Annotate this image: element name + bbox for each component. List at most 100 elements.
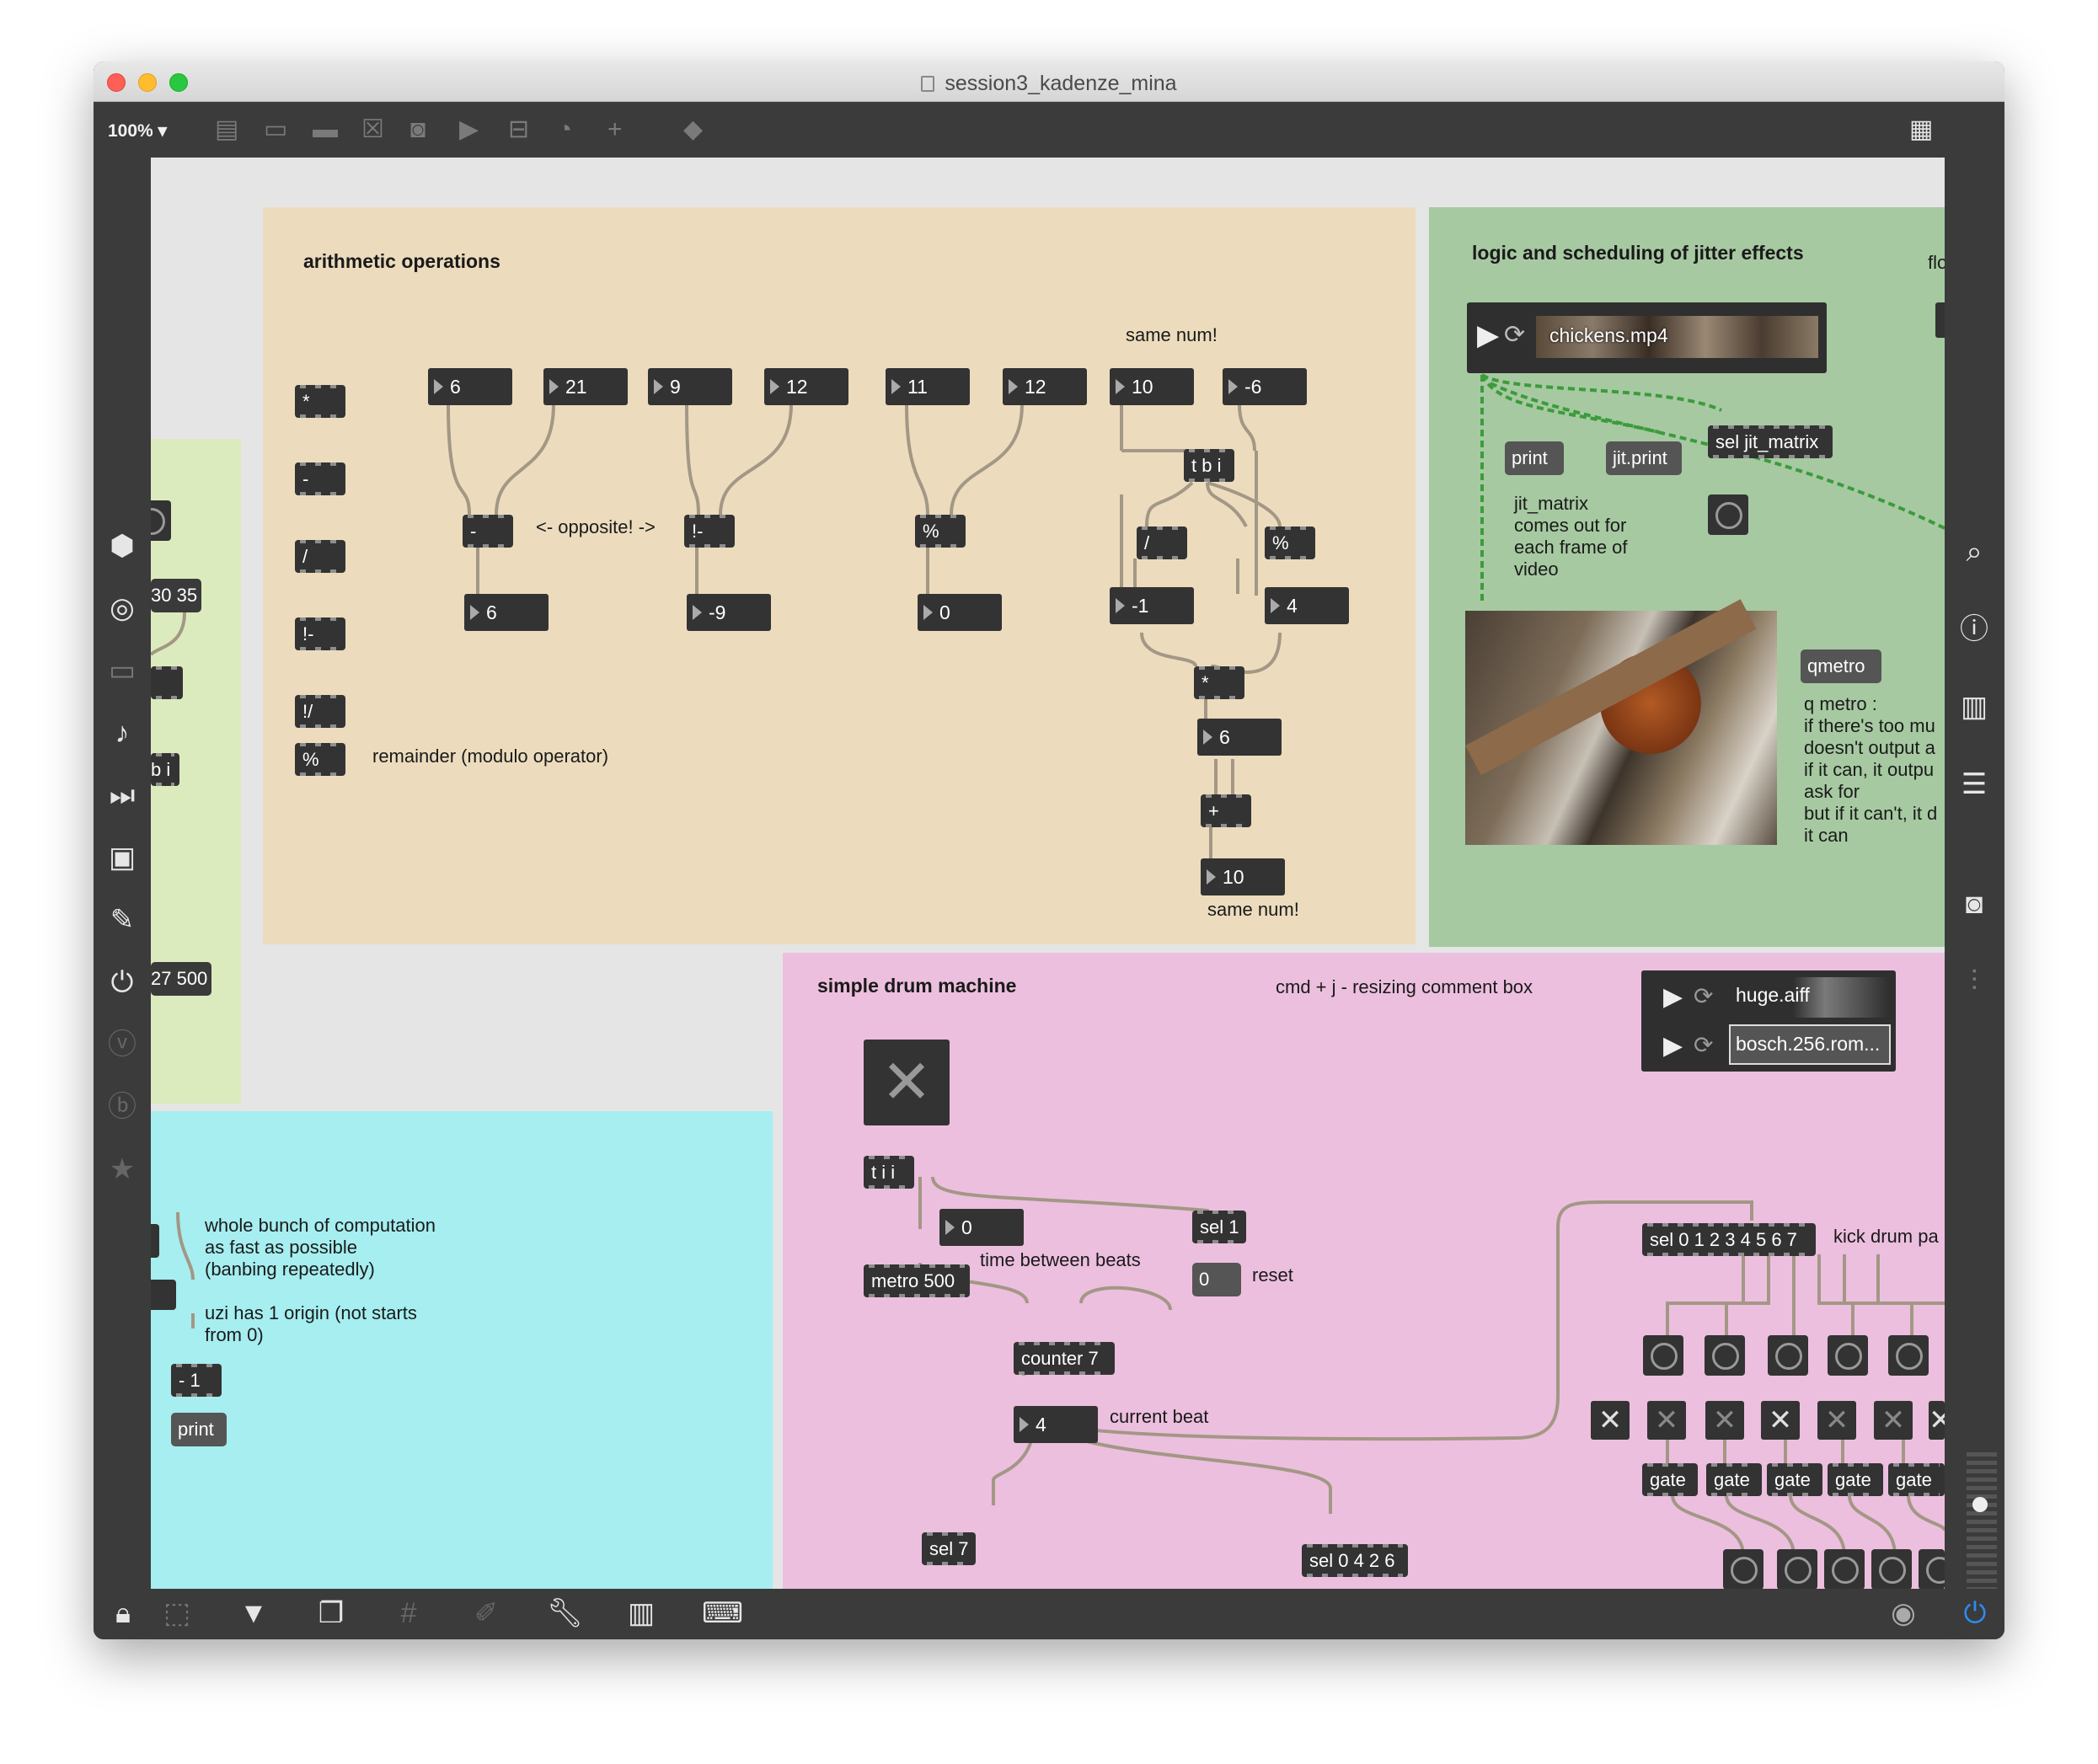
beat-bang-1[interactable] — [1643, 1335, 1683, 1376]
multiply-result-box[interactable]: 6 — [1197, 719, 1282, 756]
sel-jit-matrix-object[interactable]: sel jit_matrix — [1708, 425, 1833, 458]
op-divide[interactable]: / — [295, 540, 345, 573]
button-icon[interactable]: ☒ — [361, 117, 384, 142]
sel-7-object[interactable]: sel 7 — [922, 1532, 976, 1565]
modulo-object[interactable]: % — [915, 515, 966, 548]
play-icon[interactable]: ▶ — [1663, 982, 1683, 1012]
object-box-icon[interactable]: ▤ — [215, 117, 238, 142]
plug-icon[interactable]: ⏻ — [105, 968, 139, 997]
counter-object[interactable]: counter 7 — [1014, 1342, 1115, 1375]
beat-bang-2[interactable] — [1705, 1335, 1745, 1376]
number-box[interactable]: 21 — [543, 368, 628, 405]
trigger-object-partial[interactable]: b i — [151, 753, 179, 786]
zoom-menu[interactable]: 100% ▾ — [108, 120, 167, 142]
step-toggle-6[interactable]: ✕ — [1874, 1401, 1913, 1440]
step-toggle-2[interactable]: ✕ — [1647, 1401, 1686, 1440]
divide-result-box[interactable]: -1 — [1110, 587, 1194, 624]
qmetro-object[interactable]: qmetro — [1801, 649, 1881, 683]
sel-all-beats-object[interactable]: sel 0 1 2 3 4 5 6 7 — [1642, 1223, 1816, 1256]
op-modulo[interactable]: % — [295, 743, 345, 776]
result-number-box[interactable]: -9 — [687, 594, 771, 631]
step-toggle-7[interactable]: ✕ — [1929, 1401, 1945, 1440]
number-box[interactable]: -6 — [1223, 368, 1307, 405]
star-icon[interactable]: ★ — [105, 1155, 139, 1184]
playlist-object[interactable]: ▶ ⟳ chickens.mp4 — [1467, 302, 1827, 373]
output-bang[interactable] — [1824, 1549, 1865, 1589]
power-icon[interactable]: ⏻ — [1958, 1599, 1992, 1628]
camera-icon[interactable]: ◙ — [1957, 890, 1991, 918]
number-box[interactable]: 10 — [1110, 368, 1194, 405]
metro-object[interactable]: metro 500 — [864, 1264, 970, 1297]
volume-meter[interactable] — [1967, 1452, 1997, 1596]
beat-bang-4[interactable] — [1828, 1335, 1868, 1376]
gate-object[interactable]: gate — [1642, 1463, 1698, 1496]
presentation-icon[interactable]: ▼ — [237, 1599, 270, 1628]
beat-bang-5[interactable] — [1888, 1335, 1929, 1376]
image-icon[interactable]: ▣ — [105, 843, 139, 872]
paperclip-icon[interactable]: ✎ — [105, 906, 139, 934]
op-reverse-divide[interactable]: !/ — [295, 695, 345, 728]
mixer-icon[interactable]: ⫶ — [1957, 967, 1991, 996]
patcher-canvas[interactable]: 30 35 b i 27 500 arithmetic operations *… — [151, 158, 1945, 1589]
reset-message[interactable]: 0 — [1192, 1263, 1241, 1296]
music-note-icon[interactable]: ♪ — [105, 719, 139, 747]
message-box-partial[interactable]: 30 35 — [151, 579, 201, 612]
dial-icon[interactable]: ◔ — [557, 117, 572, 142]
result-number-box[interactable]: 0 — [918, 594, 1002, 631]
print-object[interactable]: print — [171, 1413, 227, 1446]
sel-1-object[interactable]: sel 1 — [1192, 1211, 1246, 1243]
number-box[interactable]: 12 — [1003, 368, 1087, 405]
bang-button-partial[interactable] — [151, 500, 171, 541]
pointer-icon[interactable]: ⬚ — [160, 1599, 194, 1628]
number-box[interactable]: 9 — [648, 368, 732, 405]
grid-icon[interactable]: # — [392, 1599, 425, 1628]
pin-icon[interactable]: ✐ — [469, 1599, 503, 1628]
loop-icon[interactable]: ⟳ — [1504, 321, 1525, 350]
play-icon[interactable]: ▶ — [1477, 321, 1499, 350]
output-bang[interactable] — [1871, 1549, 1912, 1589]
trigger-object[interactable]: t b i — [1184, 449, 1234, 482]
lock-icon[interactable]: 🔒︎ — [106, 1599, 140, 1628]
minus-object[interactable]: - — [463, 515, 513, 548]
op-multiply[interactable]: * — [295, 385, 345, 418]
op-subtract[interactable]: - — [295, 462, 345, 495]
partial-object-box[interactable] — [151, 1224, 159, 1258]
number-box[interactable]: 6 — [428, 368, 512, 405]
step-toggle-5[interactable]: ✕ — [1817, 1401, 1856, 1440]
keyboard-icon[interactable]: ⌨ — [702, 1599, 743, 1628]
multiply-object[interactable]: * — [1194, 666, 1244, 699]
grid-icon[interactable]: ▦ — [1909, 117, 1933, 142]
volume-knob[interactable] — [1972, 1497, 1988, 1512]
media-icon[interactable]: ⏭ — [105, 781, 139, 810]
gate-object[interactable]: gate — [1888, 1463, 1945, 1496]
search-icon[interactable]: ⌕ — [1957, 537, 1991, 566]
gate-object[interactable]: gate — [1767, 1463, 1822, 1496]
number-box[interactable]: 12 — [764, 368, 848, 405]
object-box-partial[interactable] — [151, 666, 183, 699]
slider-icon[interactable]: ⊟ — [508, 117, 529, 142]
final-result-box[interactable]: 10 — [1201, 858, 1285, 895]
modulo-result-box[interactable]: 4 — [1265, 587, 1349, 624]
gate-object[interactable]: gate — [1706, 1463, 1762, 1496]
loop-icon[interactable]: ⟳ — [1694, 1031, 1713, 1059]
partial-object[interactable] — [1935, 302, 1945, 338]
jit-matrix-bang[interactable] — [1708, 494, 1748, 535]
bench-icon[interactable]: ▭ — [105, 656, 139, 685]
modulo-object-2[interactable]: % — [1265, 527, 1315, 559]
vimeo-icon[interactable]: ⓥ — [105, 1030, 139, 1059]
output-bang[interactable] — [1723, 1549, 1763, 1589]
message-box-icon[interactable]: ▭ — [264, 117, 287, 142]
audio-playlist[interactable]: ▶ ⟳ huge.aiff ▶ ⟳ bosch.256.rom... — [1641, 970, 1896, 1072]
divide-object[interactable]: / — [1137, 527, 1187, 559]
uzi-object-partial[interactable] — [151, 1280, 176, 1310]
target-icon[interactable]: ◎ — [105, 594, 139, 623]
jit-print-object[interactable]: jit.print — [1606, 441, 1682, 475]
toggle-icon[interactable]: ◙ — [410, 117, 425, 142]
output-bang[interactable] — [1777, 1549, 1817, 1589]
piano-icon[interactable]: ▥ — [624, 1599, 658, 1628]
step-toggle-1[interactable]: ✕ — [1591, 1401, 1630, 1440]
plus-object[interactable]: + — [1201, 794, 1251, 827]
beat-bang-3[interactable] — [1768, 1335, 1808, 1376]
wrench-icon[interactable]: 🔧︎ — [547, 1599, 583, 1628]
op-reverse-subtract[interactable]: !- — [295, 617, 345, 650]
